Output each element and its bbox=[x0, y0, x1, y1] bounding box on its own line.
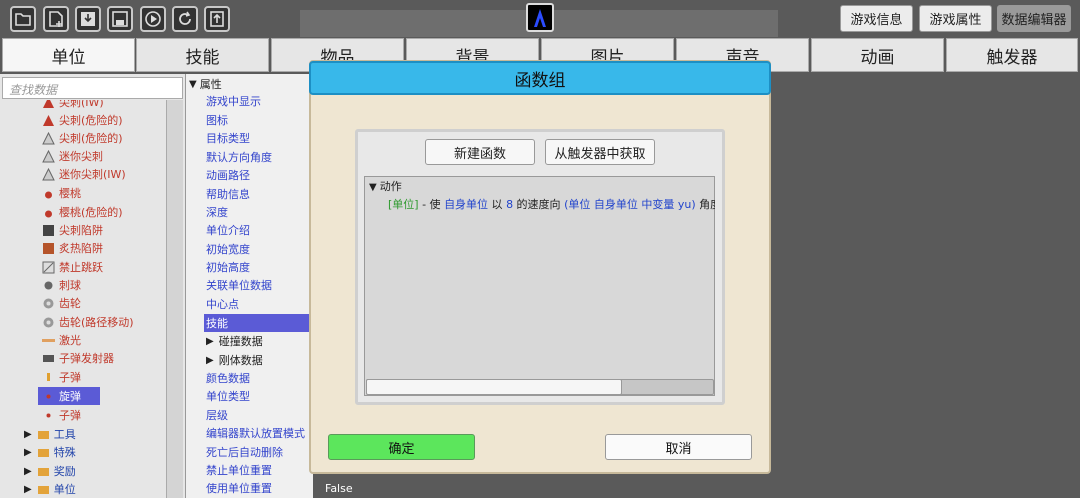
property-item[interactable]: 帮助信息 bbox=[206, 185, 250, 203]
game-info-button[interactable]: 游戏信息 bbox=[840, 5, 913, 32]
tree-item[interactable]: 齿轮(路径移动) bbox=[42, 313, 134, 331]
property-item[interactable]: 深度 bbox=[206, 203, 228, 221]
tree-item[interactable]: 尖刺(危险的) bbox=[42, 111, 123, 129]
laser-icon bbox=[42, 334, 55, 347]
action-line[interactable]: [单位] - 使 自身单位 以 8 的速度向 (单位 自身单位 中变量 yu) … bbox=[388, 196, 715, 212]
property-item[interactable]: 游戏中显示 bbox=[206, 92, 261, 110]
property-item[interactable]: 编辑器默认放置模式 bbox=[206, 424, 305, 442]
trap-icon bbox=[42, 242, 55, 255]
property-group[interactable]: ▶ 碰撞数据 bbox=[206, 332, 263, 350]
data-tree: 尖刺(IW) 尖刺(危险的) 尖刺(危险的) 迷你尖刺 迷你尖刺(IW) 樱桃 … bbox=[0, 100, 166, 498]
spike-icon bbox=[42, 149, 55, 163]
property-item[interactable]: 初始高度 bbox=[206, 258, 250, 276]
cherry-icon bbox=[42, 187, 55, 200]
tree-item[interactable]: 激光 bbox=[42, 331, 81, 349]
launcher-icon bbox=[42, 352, 55, 365]
spike-icon bbox=[42, 167, 55, 181]
folder-icon bbox=[37, 428, 50, 441]
property-item[interactable]: 颜色数据 bbox=[206, 369, 250, 387]
tree-item[interactable]: 子弹 bbox=[42, 368, 81, 386]
nojump-icon bbox=[42, 261, 55, 274]
tree-item[interactable]: 子弹 bbox=[42, 406, 81, 424]
tree-item[interactable]: 樱桃(危险的) bbox=[42, 203, 123, 221]
tree-item[interactable]: 刺球 bbox=[42, 276, 81, 294]
expand-arrow-icon[interactable]: ▶ bbox=[24, 484, 32, 495]
property-item[interactable]: 死亡后自动删除 bbox=[206, 443, 283, 461]
save-icon[interactable] bbox=[107, 6, 133, 32]
tree-item[interactable]: 尖刺陷阱 bbox=[42, 221, 103, 239]
property-item[interactable]: 默认方向角度 bbox=[206, 148, 272, 166]
tree-item-selected[interactable]: 旋弹 bbox=[38, 387, 100, 405]
property-item-selected[interactable]: 技能 bbox=[204, 314, 314, 332]
confirm-button[interactable]: 确定 bbox=[328, 434, 475, 460]
tree-folder[interactable]: ▶ 单位 bbox=[24, 480, 76, 498]
property-item[interactable]: 动画路径 bbox=[206, 166, 250, 184]
spike-icon bbox=[42, 100, 55, 109]
spikeball-icon bbox=[42, 279, 55, 292]
refresh-icon[interactable] bbox=[172, 6, 198, 32]
scrollbar-thumb[interactable] bbox=[366, 379, 622, 395]
expand-arrow-icon[interactable]: ▶ bbox=[24, 429, 32, 440]
spike-icon bbox=[42, 131, 55, 145]
property-item[interactable]: 使用单位重置 bbox=[206, 479, 272, 497]
tree-item[interactable]: 尖刺(危险的) bbox=[42, 129, 123, 147]
get-from-trigger-button[interactable]: 从触发器中获取 bbox=[545, 139, 655, 165]
property-item[interactable]: 单位类型 bbox=[206, 387, 250, 405]
game-props-button[interactable]: 游戏属性 bbox=[919, 5, 992, 32]
property-item[interactable]: 单位介绍 bbox=[206, 221, 250, 239]
tree-folder[interactable]: ▶ 工具 bbox=[24, 425, 76, 443]
actions-header[interactable]: ▼ 动作 bbox=[369, 178, 402, 194]
property-item[interactable]: 禁止单位重置 bbox=[206, 461, 272, 479]
property-item[interactable]: 目标类型 bbox=[206, 129, 250, 147]
props-header[interactable]: ▼ 属性 bbox=[189, 75, 222, 93]
new-function-button[interactable]: 新建函数 bbox=[425, 139, 535, 165]
property-item[interactable]: 中心点 bbox=[206, 295, 239, 313]
tree-scrollbar[interactable] bbox=[166, 100, 183, 498]
play-icon[interactable] bbox=[140, 6, 166, 32]
tree-item[interactable]: 子弹发射器 bbox=[42, 349, 114, 367]
search-input[interactable]: 查找数据 bbox=[2, 77, 183, 99]
new-file-icon[interactable] bbox=[43, 6, 69, 32]
bullet-icon bbox=[42, 371, 55, 384]
open-folder-icon[interactable] bbox=[10, 6, 36, 32]
tree-folder[interactable]: ▶ 特殊 bbox=[24, 443, 76, 461]
tab-unit[interactable]: 单位 bbox=[2, 38, 135, 72]
tab-trigger[interactable]: 触发器 bbox=[946, 38, 1078, 72]
property-value: False bbox=[325, 482, 353, 495]
cherry-icon bbox=[42, 206, 55, 219]
property-item[interactable]: 初始宽度 bbox=[206, 240, 250, 258]
tree-item[interactable]: 炙热陷阱 bbox=[42, 239, 103, 257]
export-icon[interactable] bbox=[204, 6, 230, 32]
property-item[interactable]: 图标 bbox=[206, 111, 228, 129]
cancel-button[interactable]: 取消 bbox=[605, 434, 752, 460]
tab-skill[interactable]: 技能 bbox=[136, 38, 269, 72]
property-panel: ▼ 属性 游戏中显示 图标 目标类型 默认方向角度 动画路径 帮助信息 深度 单位… bbox=[185, 74, 314, 498]
property-item[interactable]: 层级 bbox=[206, 406, 228, 424]
folder-icon bbox=[37, 446, 50, 459]
tree-item[interactable]: 尖刺(IW) bbox=[42, 100, 104, 111]
dialog-title: 函数组 bbox=[309, 61, 771, 95]
download-icon[interactable] bbox=[75, 6, 101, 32]
folder-icon bbox=[37, 483, 50, 496]
tree-item[interactable]: 樱桃 bbox=[42, 184, 81, 202]
gear-icon bbox=[42, 316, 55, 329]
folder-icon bbox=[37, 465, 50, 478]
tree-item[interactable]: 齿轮 bbox=[42, 294, 81, 312]
expand-arrow-icon[interactable]: ▶ bbox=[24, 466, 32, 477]
property-item[interactable]: 关联单位数据 bbox=[206, 276, 272, 294]
tree-item[interactable]: 禁止跳跃 bbox=[42, 258, 103, 276]
tree-item[interactable]: 迷你尖刺 bbox=[42, 147, 103, 165]
trap-icon bbox=[42, 224, 55, 237]
bullet-icon bbox=[42, 409, 55, 422]
tree-folder[interactable]: ▶ 奖励 bbox=[24, 462, 76, 480]
gear-icon bbox=[42, 297, 55, 310]
app-logo-icon bbox=[526, 3, 554, 32]
tab-animation[interactable]: 动画 bbox=[811, 38, 944, 72]
spike-icon bbox=[42, 114, 55, 127]
data-editor-button[interactable]: 数据编辑器 bbox=[997, 5, 1071, 32]
bullet-icon bbox=[42, 390, 55, 403]
property-group[interactable]: ▶ 刚体数据 bbox=[206, 351, 263, 369]
expand-arrow-icon[interactable]: ▶ bbox=[24, 447, 32, 458]
tree-item[interactable]: 迷你尖刺(IW) bbox=[42, 165, 126, 183]
